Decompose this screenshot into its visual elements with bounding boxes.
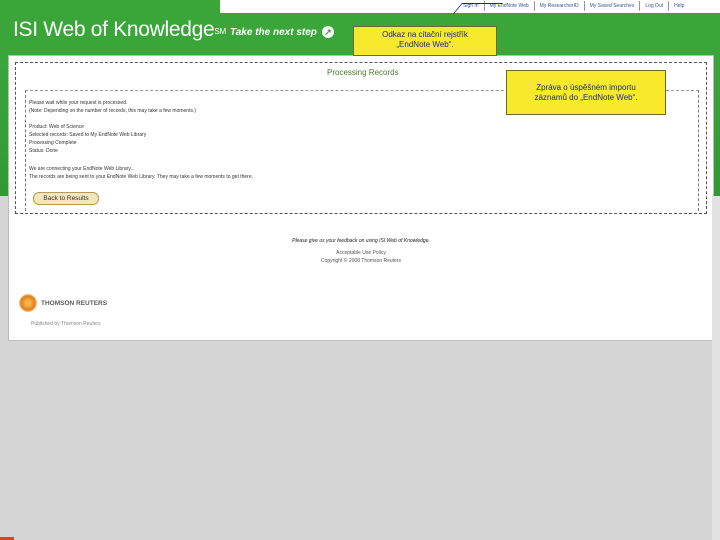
endnote-link-callout: Odkaz na citační rejstřík „EndNote Web“. [353,26,497,56]
nav-researcherid[interactable]: My ResearcherID [533,1,584,11]
thomson-reuters-icon [19,294,37,312]
status-line: Product: Web of Science [29,124,84,130]
right-margin [712,196,720,540]
status-line: (Note: Depending on the number of record… [29,108,197,114]
take-next-step-link[interactable]: Take the next step ↗ [230,26,334,38]
company-name: THOMSON REUTERS [41,299,108,307]
arrow-circle-icon: ↗ [321,26,334,38]
publisher-text: Published by Thomson Reuters [31,321,101,327]
copyright-text: Copyright © 2008 Thomson Reuters [320,258,402,264]
nav-help[interactable]: Help [668,1,689,11]
page-title: Processing Records [327,68,399,77]
status-line: Status: Done [29,148,58,154]
status-line: We are connecting your EndNote Web Libra… [29,166,135,172]
callout-line: záznamů do „EndNote Web“. [534,93,638,102]
callout-line: „EndNote Web“. [396,40,454,49]
acceptable-use-link[interactable]: Acceptable Use Policy [9,250,713,256]
nav-saved-searches[interactable]: My Saved Searches [583,1,640,11]
back-to-results-button[interactable]: Back to Results [33,192,99,205]
status-line: Processing Complete [29,140,77,146]
import-success-callout: Zpráva o úspěšném importu záznamů do „En… [506,70,666,115]
feedback-link[interactable]: Please give us your feedback on using IS… [9,238,713,244]
nav-log-out[interactable]: Log Out [639,1,668,11]
status-line: Please wait while your request is proces… [29,100,128,106]
callout-line: Odkaz na citační rejstřík [382,30,468,39]
status-line: The records are being sent to your EndNo… [29,174,254,180]
tagline-text: Take the next step [230,26,317,38]
callout-line: Zpráva o úspěšném importu [536,83,636,92]
thomson-reuters-logo: THOMSON REUTERS [19,294,107,312]
site-logo[interactable]: ISI Web of KnowledgeSM [13,18,226,42]
status-line: Selected records: Saved to My EndNote We… [29,132,147,138]
